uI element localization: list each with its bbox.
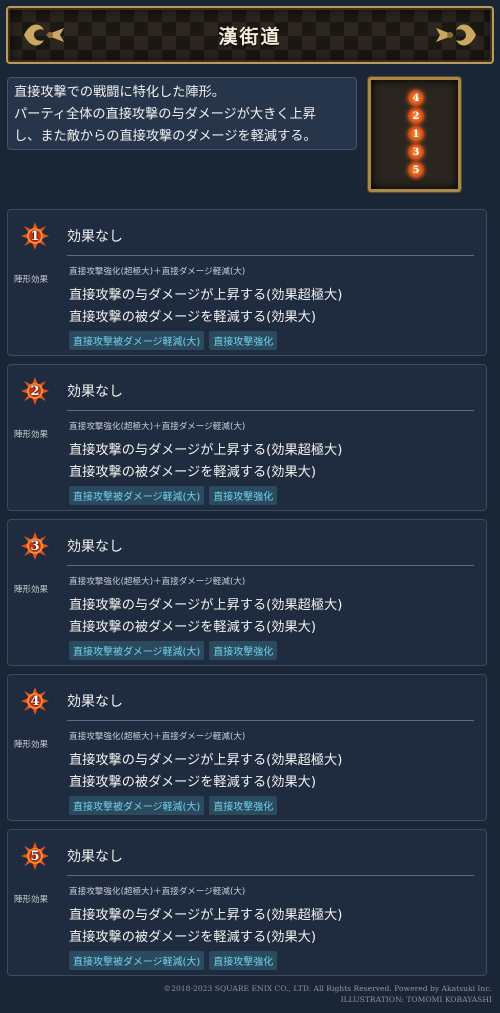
effect-tag[interactable]: 直接攻撃強化 — [209, 486, 278, 505]
formation-effect-label: 陣形効果 — [14, 275, 49, 285]
effect-description: 直接攻撃の被ダメージを軽減する(効果大) — [69, 465, 317, 480]
slot-status: 効果なし — [67, 849, 123, 865]
slot-status: 効果なし — [67, 384, 123, 400]
effect-tags: 直接攻撃被ダメージ軽減(大) 直接攻撃強化 — [69, 641, 278, 660]
effect-description: 直接攻撃の被ダメージを軽減する(効果大) — [69, 620, 317, 635]
formation-slot-card: 1 効果なし 陣形効果 直接攻撃強化(超極大)＋直接ダメージ軽減(大) 直接攻撃… — [7, 209, 487, 356]
effect-description: 直接攻撃の与ダメージが上昇する(効果超極大) — [69, 288, 343, 303]
effect-tags: 直接攻撃被ダメージ軽減(大) 直接攻撃強化 — [69, 796, 278, 815]
formation-effect-label: 陣形効果 — [14, 585, 49, 595]
slot-number: 5 — [30, 848, 40, 864]
effect-summary: 直接攻撃強化(超極大)＋直接ダメージ軽減(大) — [69, 732, 246, 742]
divider — [67, 875, 474, 876]
effect-summary: 直接攻撃強化(超極大)＋直接ダメージ軽減(大) — [69, 422, 246, 432]
effect-tag[interactable]: 直接攻撃被ダメージ軽減(大) — [69, 486, 205, 505]
effect-tag[interactable]: 直接攻撃強化 — [209, 641, 278, 660]
formation-effect-label: 陣形効果 — [14, 430, 49, 440]
effect-summary: 直接攻撃強化(超極大)＋直接ダメージ軽減(大) — [69, 887, 246, 897]
formation-effect-label: 陣形効果 — [14, 895, 49, 905]
effect-tag[interactable]: 直接攻撃被ダメージ軽減(大) — [69, 796, 205, 815]
formation-slot: 5 — [408, 162, 424, 178]
footer: ©2018-2023 SQUARE ENIX CO., LTD. All Rig… — [164, 983, 492, 1005]
effect-description: 直接攻撃の与ダメージが上昇する(効果超極大) — [69, 753, 343, 768]
slot-number: 4 — [30, 693, 40, 709]
divider — [67, 410, 474, 411]
formation-slot-card: 4 効果なし 陣形効果 直接攻撃強化(超極大)＋直接ダメージ軽減(大) 直接攻撃… — [7, 674, 487, 821]
fire-burst-icon: 4 — [21, 687, 49, 715]
formation-diagram: 4 2 1 3 5 — [368, 77, 461, 192]
effect-tag[interactable]: 直接攻撃被ダメージ軽減(大) — [69, 951, 205, 970]
fire-burst-icon: 1 — [21, 222, 49, 250]
effect-description: 直接攻撃の与ダメージが上昇する(効果超極大) — [69, 598, 343, 613]
effect-summary: 直接攻撃強化(超極大)＋直接ダメージ軽減(大) — [69, 267, 246, 277]
divider — [67, 565, 474, 566]
illustration-credit: ILLUSTRATION: TOMOMI KOBAYASHI — [340, 995, 492, 1004]
slot-status: 効果なし — [67, 229, 123, 245]
effect-description: 直接攻撃の被ダメージを軽減する(効果大) — [69, 310, 317, 325]
slot-number: 3 — [30, 538, 40, 554]
slot-status: 効果なし — [67, 694, 123, 710]
effect-tags: 直接攻撃被ダメージ軽減(大) 直接攻撃強化 — [69, 951, 278, 970]
fire-burst-icon: 2 — [21, 377, 49, 405]
header-banner: 漢街道 — [6, 6, 494, 64]
description-line: し、また敵からの直接攻撃のダメージを軽減する。 — [14, 129, 317, 144]
effect-tags: 直接攻撃被ダメージ軽減(大) 直接攻撃強化 — [69, 331, 278, 350]
formation-slot: 4 — [408, 90, 424, 106]
divider — [67, 255, 474, 256]
effect-tag[interactable]: 直接攻撃被ダメージ軽減(大) — [69, 331, 205, 350]
fleur-ornament-icon — [436, 24, 476, 46]
description-line: 直接攻撃での戦闘に特化した陣形。 — [14, 85, 225, 100]
formation-slot: 3 — [408, 144, 424, 160]
formation-effect-label: 陣形効果 — [14, 740, 49, 750]
fire-burst-icon: 5 — [21, 842, 49, 870]
slot-status: 効果なし — [67, 539, 123, 555]
slot-number: 1 — [30, 228, 40, 244]
page-title: 漢街道 — [218, 25, 282, 48]
effect-summary: 直接攻撃強化(超極大)＋直接ダメージ軽減(大) — [69, 577, 246, 587]
formation-slot-card: 2 効果なし 陣形効果 直接攻撃強化(超極大)＋直接ダメージ軽減(大) 直接攻撃… — [7, 364, 487, 511]
slot-number: 2 — [30, 383, 40, 399]
description-line: パーティ全体の直接攻撃の与ダメージが大きく上昇 — [14, 107, 316, 122]
effect-description: 直接攻撃の与ダメージが上昇する(効果超極大) — [69, 443, 343, 458]
formation-slot: 1 — [408, 126, 424, 142]
fire-burst-icon: 3 — [21, 532, 49, 560]
effect-description: 直接攻撃の被ダメージを軽減する(効果大) — [69, 775, 317, 790]
effect-tag[interactable]: 直接攻撃強化 — [209, 796, 278, 815]
formation-description: 直接攻撃での戦闘に特化した陣形。 パーティ全体の直接攻撃の与ダメージが大きく上昇… — [7, 77, 357, 150]
effect-tag[interactable]: 直接攻撃強化 — [209, 331, 278, 350]
formation-slot: 2 — [408, 108, 424, 124]
effect-tag[interactable]: 直接攻撃強化 — [209, 951, 278, 970]
effect-description: 直接攻撃の与ダメージが上昇する(効果超極大) — [69, 908, 343, 923]
copyright-text: ©2018-2023 SQUARE ENIX CO., LTD. All Rig… — [163, 984, 492, 993]
effect-tags: 直接攻撃被ダメージ軽減(大) 直接攻撃強化 — [69, 486, 278, 505]
formation-slot-card: 3 効果なし 陣形効果 直接攻撃強化(超極大)＋直接ダメージ軽減(大) 直接攻撃… — [7, 519, 487, 666]
formation-slot-card: 5 効果なし 陣形効果 直接攻撃強化(超極大)＋直接ダメージ軽減(大) 直接攻撃… — [7, 829, 487, 976]
divider — [67, 720, 474, 721]
effect-tag[interactable]: 直接攻撃被ダメージ軽減(大) — [69, 641, 205, 660]
effect-description: 直接攻撃の被ダメージを軽減する(効果大) — [69, 930, 317, 945]
